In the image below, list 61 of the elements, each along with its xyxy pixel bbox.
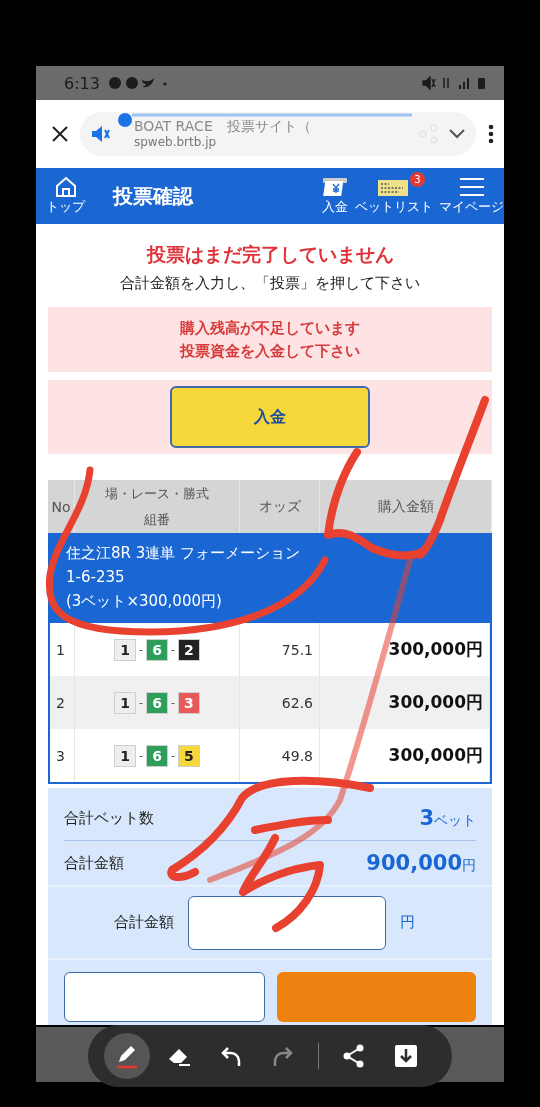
summary-label: 合計ベット数 [64,808,154,828]
unit-text: 円 [400,913,415,933]
total-amount: 900,000 [366,851,462,876]
summary-label: 合計金額 [64,853,124,873]
boat-number: 5 [178,744,200,767]
odds-cell: 62.6 [240,676,320,730]
row-number: 2 [50,676,75,730]
dash: - [171,643,175,657]
yen-card-icon [321,176,349,198]
dash: - [171,696,175,710]
menu-icon [457,176,486,198]
boat-number: 1 [114,744,136,767]
race-info-text: 住之江8R 3連単 フォーメーション [66,543,302,565]
chevron-down-icon[interactable] [448,128,466,140]
race-info-text: (3ベット×300,000円) [66,591,223,613]
dash: - [139,643,143,657]
unit-text: 円 [462,857,476,874]
dash: - [139,749,143,763]
amount-text: 300,000円 [388,744,483,768]
boat-number: 6 [146,691,168,714]
amount-text: 300,000円 [388,638,483,662]
race-info-text: 1-6-235 [66,567,126,589]
bet-count: 3 [419,806,434,831]
alert-text: 投票資金を入金して下さい [180,341,360,361]
notice-title: 投票はまだ完了していません [145,242,395,267]
column-header: No [48,480,75,534]
column-header: 組番 [143,511,171,530]
count-badge: 3 [410,172,425,187]
boat-number: 6 [146,638,168,661]
status-time: 6:13 [64,73,100,93]
muted-speaker-icon [90,124,112,144]
boat-number: 1 [114,638,136,661]
boat-number: 1 [114,691,136,714]
page-url: spweb.brtb.jp [134,135,218,150]
system-status-icons-drawing [422,76,488,90]
menu-button[interactable]: マイページ [439,176,504,216]
alert-text: 購入残高が不足しています [180,318,360,338]
page-heading: 投票確認 [113,182,193,210]
unit-text: ベット [434,812,476,829]
dash: - [171,749,175,763]
notice-text: 合計金額を入力し、「投票」を押して下さい [119,274,421,293]
amount-input-field[interactable] [188,895,386,950]
download-icon [392,1042,420,1070]
column-header: オッズ [240,480,320,534]
boat-number: 6 [146,744,168,767]
deposit-button[interactable]: 入金 [170,386,370,449]
boat-number: 2 [178,638,200,661]
more-icon[interactable] [488,124,494,144]
boat-number: 3 [178,691,200,714]
deposit-button[interactable]: 入金 [321,176,349,216]
status-icons-drawing [107,76,168,90]
page-title: BOAT RACE 投票サイト（ [134,118,311,136]
field-label: 合計金額 [114,913,174,933]
column-header: 場・レース・勝式 [104,484,210,503]
pen-tool-button[interactable] [104,1033,150,1079]
dash: - [139,696,143,710]
amount-text: 300,000円 [388,691,483,715]
home-icon [53,176,78,198]
back-button[interactable] [64,972,265,1023]
home-button[interactable]: トップ [46,176,85,216]
close-icon[interactable] [52,126,68,142]
